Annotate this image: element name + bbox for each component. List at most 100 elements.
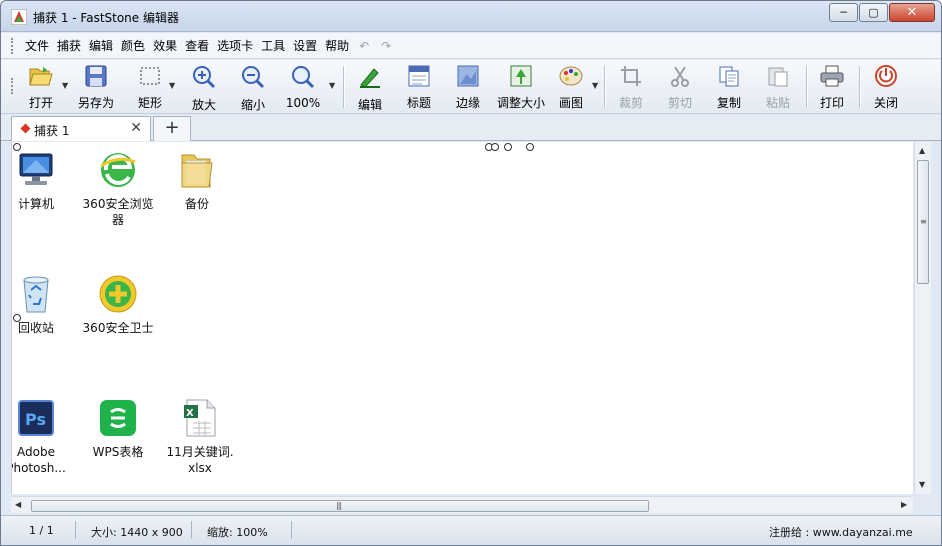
toolbar: 打开 ▼ 另存为 矩形 ▼ 放大 缩小 100% ▼ 编辑 标题 边缘 调整大小… [1, 60, 941, 114]
printer-icon [820, 65, 844, 87]
floppy-disk-icon [84, 65, 108, 87]
menu-help[interactable]: 帮助 [321, 33, 353, 59]
open-button[interactable]: 打开 [23, 63, 59, 111]
maximize-button[interactable]: ▢ [859, 3, 888, 22]
open-folder-icon [29, 65, 53, 87]
svg-text:Ps: Ps [25, 410, 46, 429]
new-tab-button[interactable]: + [153, 116, 191, 141]
zoom-level-button[interactable]: 100% [285, 63, 321, 111]
menu-capture[interactable]: 捕获 [53, 33, 85, 59]
close-doc-button[interactable]: 关闭 [871, 63, 901, 111]
resize-image-icon [509, 65, 533, 87]
copy-icon [717, 65, 741, 87]
wps-sheet-icon [98, 398, 138, 438]
crop-icon [619, 65, 643, 87]
toolbar-separator [604, 66, 605, 108]
toolbar-separator [859, 66, 860, 108]
svg-text:X: X [186, 408, 194, 419]
paste-button[interactable]: 粘贴 [763, 63, 793, 111]
draw-dropdown-icon[interactable]: ▼ [592, 81, 598, 90]
selection-handle[interactable] [526, 143, 534, 151]
desktop-item-recycle-bin: 回收站 [12, 274, 76, 336]
desktop-item-photoshop: Ps Adobe Photosh... [12, 398, 76, 476]
scroll-left-icon[interactable]: ◀ [15, 500, 21, 509]
selection-handle[interactable] [504, 143, 512, 151]
edit-pen-icon [358, 65, 382, 89]
faststone-app-icon [11, 9, 27, 25]
computer-icon [16, 150, 56, 190]
edge-button[interactable]: 边缘 [453, 63, 483, 111]
edit-button[interactable]: 编辑 [355, 63, 385, 112]
vertical-scroll-thumb[interactable]: ≡ [917, 160, 929, 284]
desktop-item-backup: 备份 [157, 150, 237, 212]
xlsx-file-icon: X [180, 398, 220, 438]
minimize-icon: ─ [840, 6, 847, 19]
resize-button[interactable]: 调整大小 [496, 63, 546, 111]
desktop-item-security-360: 360安全卫士 [78, 274, 158, 336]
scroll-right-icon[interactable]: ▶ [901, 500, 907, 509]
undo-icon[interactable]: ↶ [353, 39, 375, 53]
zoom-in-button[interactable]: 放大 [189, 63, 219, 112]
zoom-in-icon [192, 65, 216, 89]
close-window-button[interactable]: ✕ [889, 3, 935, 22]
menu-grip[interactable] [11, 37, 15, 54]
tab-capture-1[interactable]: 捕获 1 ✕ [11, 116, 151, 141]
redo-icon[interactable]: ↷ [375, 39, 397, 53]
horizontal-scrollbar[interactable]: ◀ ||| ▶ [11, 496, 913, 513]
status-registered: 注册给 : www.dayanzai.me [769, 526, 913, 539]
window-controls: ─ ▢ ✕ [828, 3, 935, 22]
rect-select-button[interactable]: 矩形 [135, 63, 165, 111]
folder-icon [177, 150, 217, 190]
menu-bar: 文件 捕获 编辑 颜色 效果 查看 选项卡 工具 设置 帮助 ↶ ↷ [1, 33, 941, 59]
status-separator [75, 521, 76, 539]
tab-close-icon[interactable]: ✕ [130, 120, 142, 136]
security-360-icon [98, 274, 138, 314]
scissors-icon [668, 65, 692, 87]
status-separator [191, 521, 192, 539]
menu-tabs[interactable]: 选项卡 [213, 33, 257, 59]
save-as-button[interactable]: 另存为 [76, 63, 116, 111]
menu-tools[interactable]: 工具 [257, 33, 289, 59]
menu-settings[interactable]: 设置 [289, 33, 321, 59]
status-page: 1 / 1 [29, 524, 54, 537]
scroll-down-icon[interactable]: ▼ [919, 480, 925, 489]
zoom-dropdown-icon[interactable]: ▼ [329, 81, 335, 90]
photoshop-icon: Ps [16, 398, 56, 438]
menu-file[interactable]: 文件 [21, 33, 53, 59]
cut-button[interactable]: 剪切 [665, 63, 695, 111]
status-zoom: 缩放: 100% [207, 526, 268, 539]
tab-diamond-icon [20, 123, 31, 134]
rect-dropdown-icon[interactable]: ▼ [169, 81, 175, 90]
maximize-icon: ▢ [868, 6, 879, 19]
menu-effects[interactable]: 效果 [149, 33, 181, 59]
status-separator [291, 521, 292, 539]
selection-handle[interactable] [491, 143, 499, 151]
zoom-out-button[interactable]: 缩小 [238, 63, 268, 112]
magnifier-icon [291, 65, 315, 89]
minimize-button[interactable]: ─ [829, 3, 858, 22]
recycle-bin-icon [16, 274, 56, 314]
copy-button[interactable]: 复制 [714, 63, 744, 111]
crop-button[interactable]: 裁剪 [616, 63, 646, 111]
thumb-grip-icon: ||| [336, 501, 342, 510]
print-button[interactable]: 打印 [817, 63, 847, 111]
menu-view[interactable]: 查看 [181, 33, 213, 59]
menu-color[interactable]: 颜色 [117, 33, 149, 59]
horizontal-scroll-thumb[interactable]: ||| [31, 500, 649, 512]
zoom-out-icon [241, 65, 265, 89]
title-bar: 捕获 1 - FastStone 编辑器 ─ ▢ ✕ [1, 1, 941, 32]
window-title: 捕获 1 - FastStone 编辑器 [33, 11, 179, 25]
close-icon: ✕ [906, 5, 918, 20]
scroll-up-icon[interactable]: ▲ [919, 146, 925, 155]
menu-edit[interactable]: 编辑 [85, 33, 117, 59]
image-canvas[interactable]: 计算机 360安全浏览器 备份 回收站 360安全卫士 Ps Adobe Pho… [11, 142, 913, 494]
caption-button[interactable]: 标题 [404, 63, 434, 111]
draw-button[interactable]: 画图 [556, 63, 586, 111]
rectangle-select-icon [138, 65, 162, 87]
toolbar-separator [343, 66, 344, 108]
toolbar-grip[interactable] [11, 78, 15, 94]
browser-360-icon [98, 150, 138, 190]
vertical-scrollbar[interactable]: ▲ ≡ ▼ [914, 142, 931, 494]
app-window: 捕获 1 - FastStone 编辑器 ─ ▢ ✕ 文件 捕获 编辑 颜色 效… [0, 0, 942, 546]
open-dropdown-icon[interactable]: ▼ [62, 81, 68, 90]
